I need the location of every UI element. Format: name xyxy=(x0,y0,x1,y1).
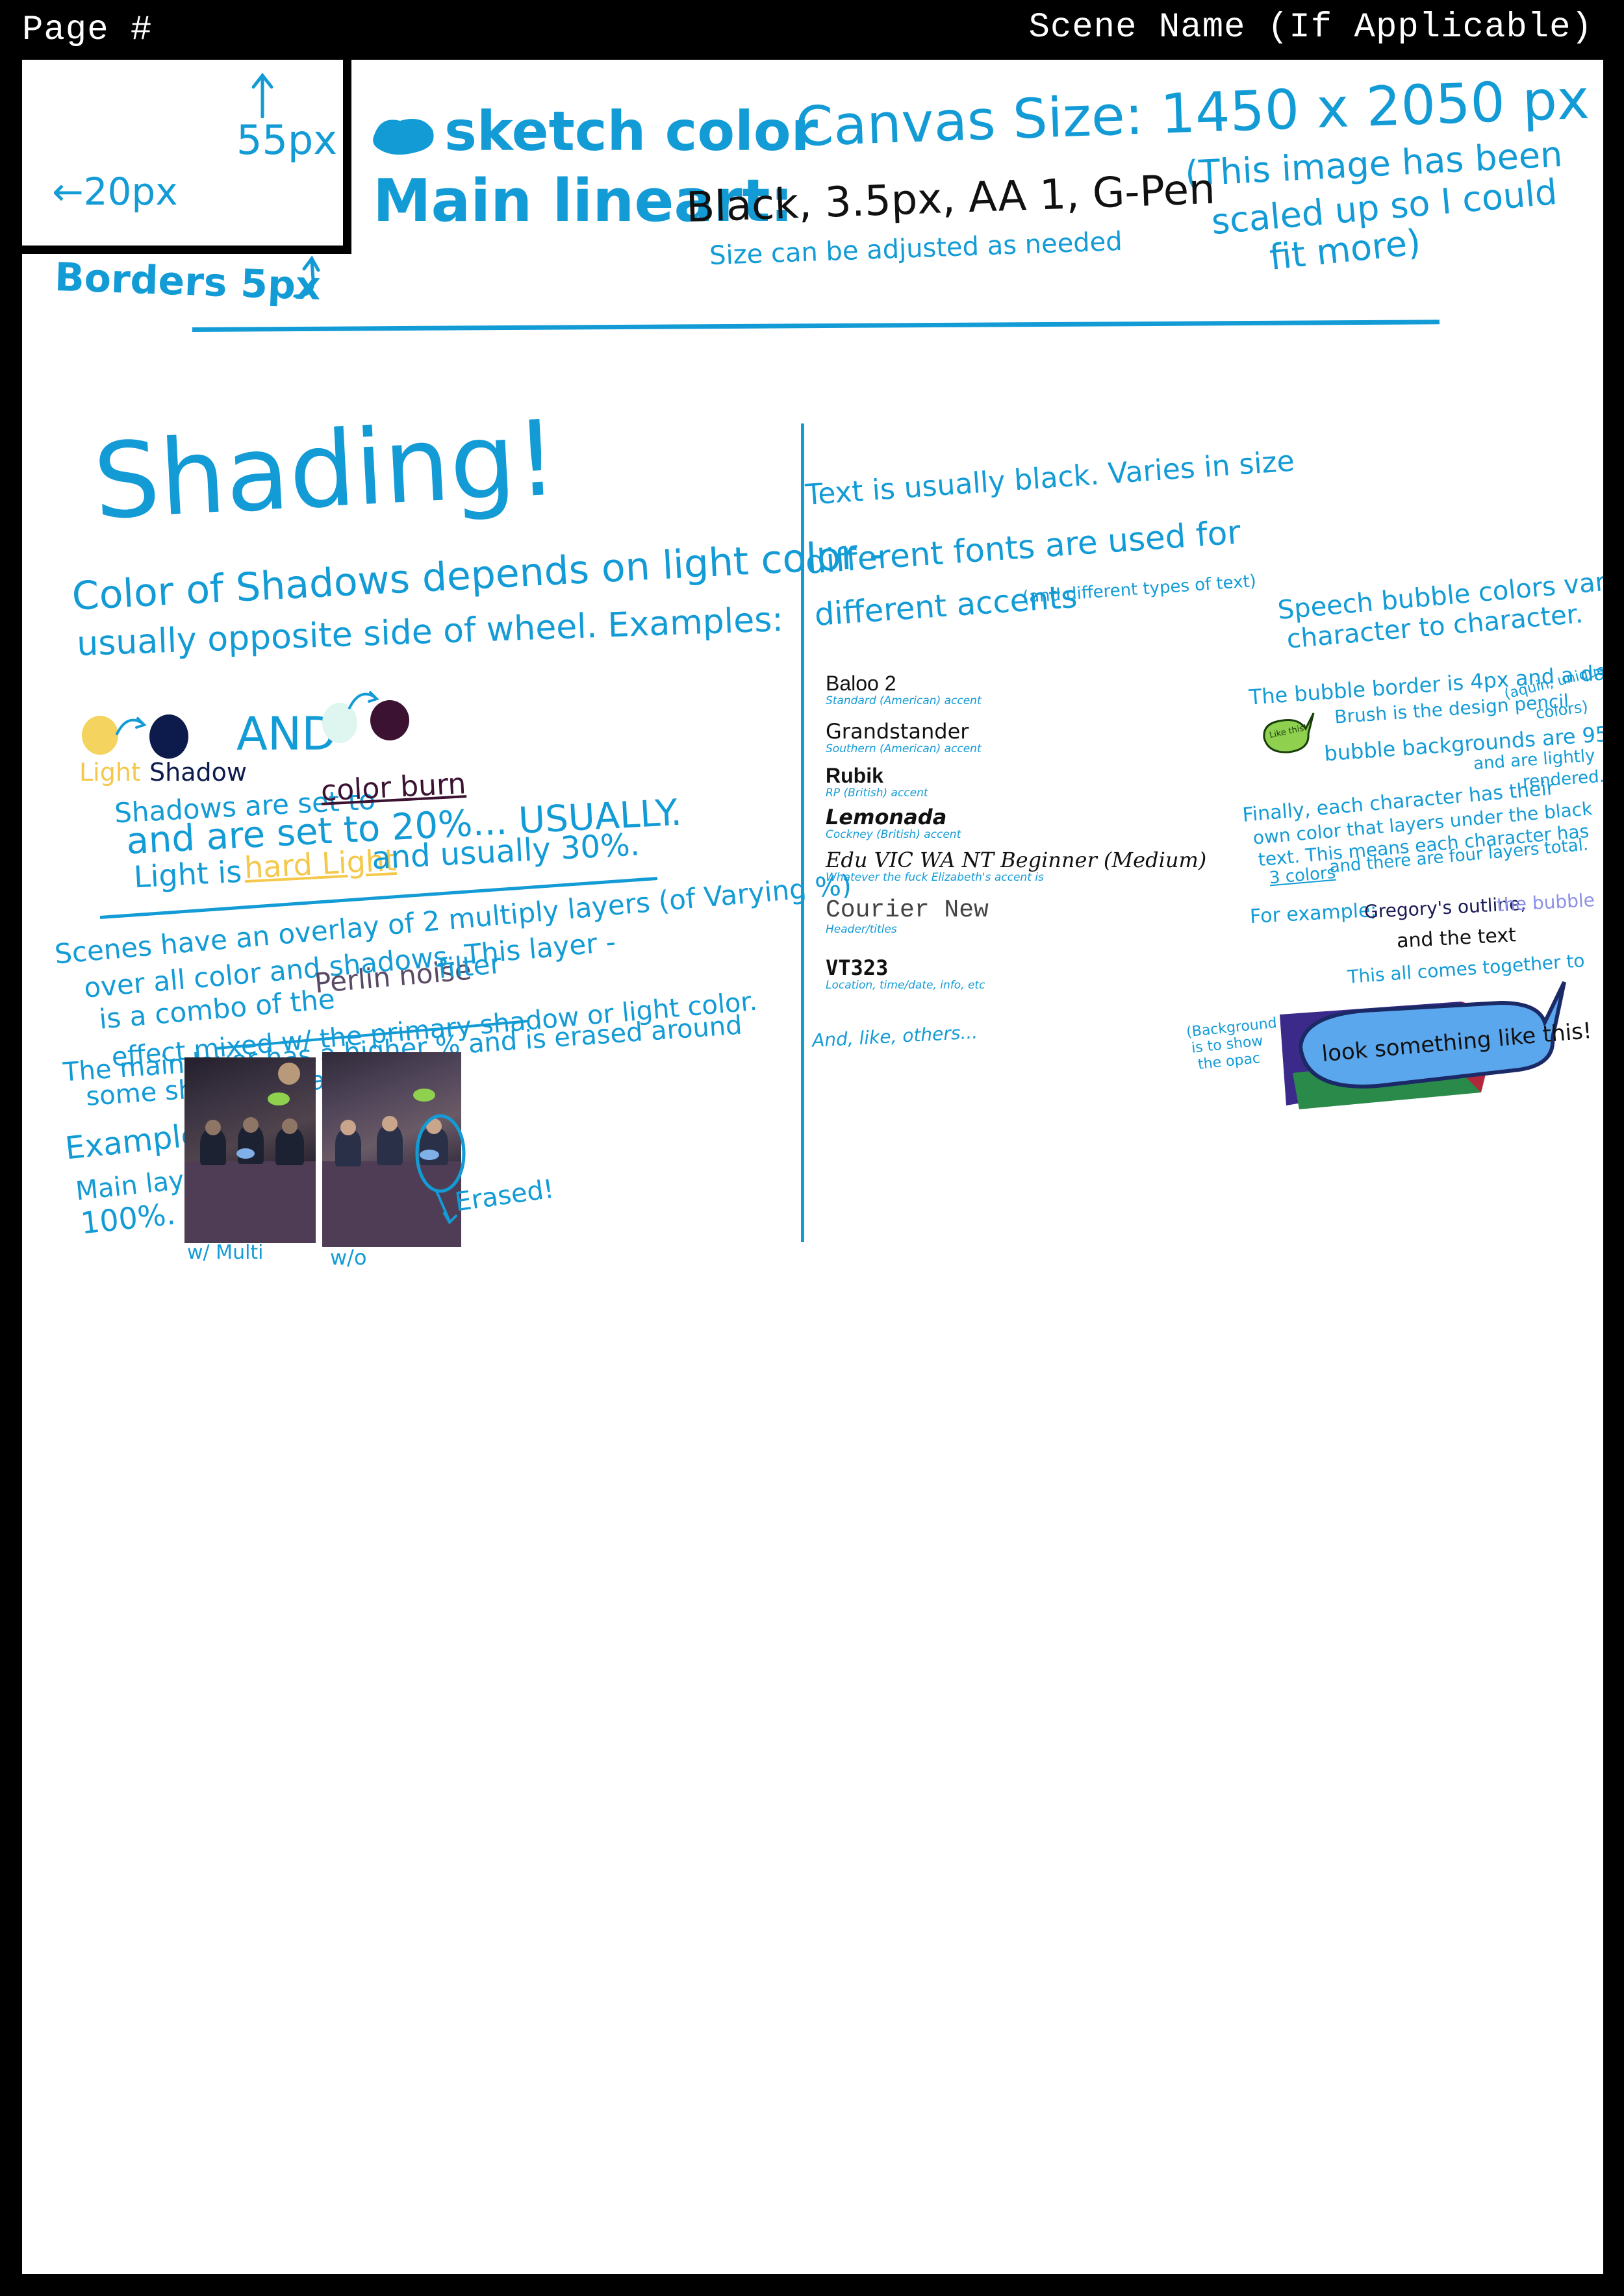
hook-arrow-icon xyxy=(293,256,320,298)
comic-canvas: 55px ←20px Borders 5px sketch color Canv… xyxy=(22,60,1603,2274)
top-divider xyxy=(192,320,1440,332)
font-accent-note: Location, time/date, info, etc xyxy=(826,978,985,992)
example-with-multiply-image xyxy=(184,1057,316,1243)
shadow-label: Shadow xyxy=(149,758,247,787)
curved-arrow-icon xyxy=(348,691,379,709)
light-label: Light xyxy=(79,758,141,787)
left-margin-note: ←20px xyxy=(52,170,178,214)
page: Page # Scene Name (If Applicable) 55px ←… xyxy=(0,0,1624,2296)
overlay-line-3-c: filter xyxy=(436,947,503,985)
font-name: Baloo 2 xyxy=(826,672,896,695)
up-arrow-icon xyxy=(251,73,273,118)
text-note-line-3-b: (and different types of text) xyxy=(1021,571,1257,607)
scene-name-label: Scene Name (If Applicable) xyxy=(1028,8,1593,47)
page-number-label: Page # xyxy=(22,10,153,50)
example-text-label: and the text xyxy=(1396,924,1517,953)
top-margin-note: 55px xyxy=(236,116,337,164)
others-note: And, like, others... xyxy=(811,1021,978,1052)
font-sample-edu-vic: Edu VIC WA NT Beginner (Medium) Whatever… xyxy=(826,848,1207,884)
thumb-face xyxy=(243,1117,259,1133)
font-name: Lemonada xyxy=(826,805,947,829)
font-sample-courier: Courier New Header/titles xyxy=(826,898,989,936)
thumb-face xyxy=(278,1063,300,1085)
font-name: Rubik xyxy=(826,764,883,787)
font-accent-note: RP (British) accent xyxy=(826,786,928,800)
font-accent-note: Cockney (British) accent xyxy=(826,827,961,841)
font-accent-note: Whatever the fuck Elizabeth's accent is xyxy=(826,870,1044,884)
curved-arrow-icon xyxy=(116,717,147,735)
and-label: AND xyxy=(236,707,337,761)
text-note-line-1: Text is usually black. Varies in size xyxy=(804,444,1296,512)
font-name: Grandstander xyxy=(826,719,969,744)
sketch-color-swatch xyxy=(373,119,434,155)
example-bubble-label: the bubble xyxy=(1496,889,1595,916)
borders-note: Borders 5px xyxy=(53,254,322,310)
font-sample-grandstander: Grandstander Southern (American) accent xyxy=(826,719,982,755)
font-accent-note: Standard (American) accent xyxy=(826,694,982,707)
text-note-line-2: different fonts are used for xyxy=(804,513,1242,581)
font-accent-note: Southern (American) accent xyxy=(826,742,982,755)
font-name: Edu VIC WA NT Beginner (Medium) xyxy=(826,848,1207,872)
example-intro: For example; xyxy=(1249,898,1378,929)
color-burn-label: color burn xyxy=(320,767,467,808)
light-yellow-swatch xyxy=(82,716,118,755)
sketch-color-label: sketch color xyxy=(444,99,818,163)
thumb-face xyxy=(382,1116,398,1131)
character-color-line-4-a: 3 colors xyxy=(1268,863,1337,889)
font-name: VT323 xyxy=(826,955,889,980)
thumb-face xyxy=(340,1120,356,1135)
with-multiply-label: w/ Multi xyxy=(187,1241,264,1264)
thumb-bubble xyxy=(268,1092,290,1105)
thumb-bubble xyxy=(236,1148,255,1159)
font-sample-rubik: Rubik RP (British) accent xyxy=(826,764,928,800)
font-name: Courier New xyxy=(826,896,989,924)
font-sample-lemonada: Lemonada Cockney (British) accent xyxy=(826,805,961,841)
without-multiply-label: w/o xyxy=(330,1245,367,1270)
font-sample-baloo: Baloo 2 Standard (American) accent xyxy=(826,672,982,707)
font-sample-vt323: VT323 Location, time/date, info, etc xyxy=(826,957,985,991)
thumb-face xyxy=(282,1118,298,1134)
font-accent-note: Header/titles xyxy=(826,922,897,936)
blend-line-3-a: Light is xyxy=(133,853,243,895)
shadow-navy-swatch xyxy=(149,714,188,759)
erased-circle-mark xyxy=(415,1114,466,1225)
thumb-face xyxy=(205,1120,221,1135)
thumb-bubble xyxy=(413,1089,435,1102)
shading-title: Shading! xyxy=(90,397,561,543)
